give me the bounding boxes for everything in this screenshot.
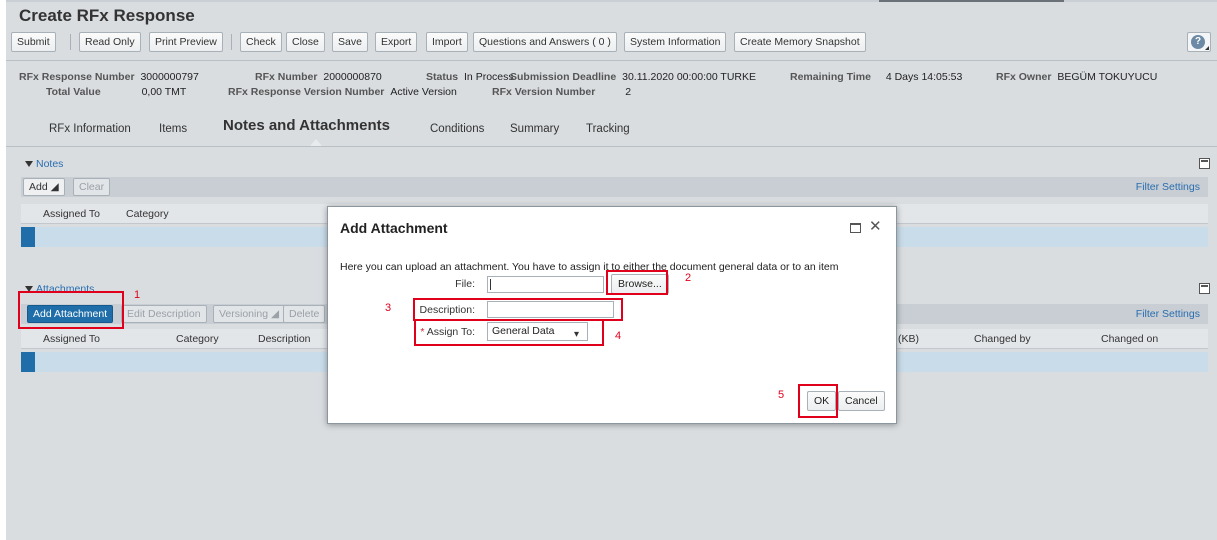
rfx-owner-field: RFx Owner BEGÜM TOKUYUCU — [996, 71, 1158, 83]
question-circle-icon: ? — [1191, 35, 1205, 49]
rfx-number-field: RFx Number 2000000870 — [255, 71, 382, 83]
total-value-field: Total Value 0,00 TMT — [46, 86, 187, 98]
active-tab-indicator — [310, 139, 322, 146]
expand-triangle-icon — [25, 161, 33, 168]
notes-clear-button: Clear — [73, 178, 111, 196]
notes-collapse-icon[interactable] — [1199, 158, 1210, 169]
column-assigned-to[interactable]: Assigned To — [43, 333, 100, 345]
notes-section-toggle[interactable]: Notes — [25, 158, 63, 170]
row-selector[interactable] — [21, 227, 35, 247]
annotation-box-1 — [18, 291, 124, 329]
remaining-time-field: Remaining Time 4 Days 14:05:53 — [790, 71, 963, 83]
column-size-kb[interactable]: (KB) — [898, 333, 919, 345]
tab-tracking[interactable]: Tracking — [586, 123, 630, 135]
column-category[interactable]: Category — [176, 333, 219, 345]
annotation-number-2: 2 — [685, 272, 692, 284]
top-border — [6, 0, 1217, 2]
save-button[interactable]: Save — [332, 32, 368, 52]
add-attachment-dialog: Add Attachment ✕ Here you can upload an … — [327, 206, 897, 424]
dialog-title: Add Attachment — [340, 220, 448, 236]
tab-summary[interactable]: Summary — [510, 123, 559, 135]
dialog-description: Here you can upload an attachment. You h… — [340, 261, 839, 273]
annotation-box-5 — [798, 384, 838, 418]
attachments-collapse-icon[interactable] — [1199, 283, 1210, 294]
system-information-button[interactable]: System Information — [624, 32, 727, 52]
annotation-box-4 — [414, 319, 604, 346]
tab-notes-and-attachments[interactable]: Notes and Attachments — [223, 117, 390, 134]
tab-items[interactable]: Items — [159, 123, 187, 135]
submission-deadline-field: Submission Deadline 30.11.2020 00:00:00 … — [510, 71, 756, 83]
attachments-filter-settings-link[interactable]: Filter Settings — [1136, 308, 1200, 320]
notes-toolbar: Add ◢ Clear Filter Settings — [21, 177, 1208, 197]
close-button[interactable]: Close — [286, 32, 325, 52]
import-button[interactable]: Import — [426, 32, 468, 52]
edit-description-button: Edit Description — [121, 305, 207, 323]
questions-answers-button[interactable]: Questions and Answers ( 0 ) — [473, 32, 617, 52]
annotation-box-2 — [606, 270, 668, 295]
annotation-number-1: 1 — [134, 289, 141, 301]
notes-filter-settings-link[interactable]: Filter Settings — [1136, 181, 1200, 193]
response-version-field: RFx Response Version Number Active Versi… — [228, 86, 457, 98]
annotation-number-3: 3 — [385, 302, 392, 314]
tab-bar: RFx Information Items Notes and Attachme… — [6, 107, 1217, 147]
annotation-number-4: 4 — [615, 330, 622, 342]
annotation-box-3 — [413, 298, 623, 321]
column-description[interactable]: Description — [258, 333, 311, 345]
maximize-icon[interactable] — [850, 223, 861, 233]
column-assigned-to[interactable]: Assigned To — [43, 208, 100, 220]
read-only-button[interactable]: Read Only — [79, 32, 141, 52]
cancel-button[interactable]: Cancel — [838, 391, 885, 411]
main-toolbar: Submit Read Only Print Preview Check Clo… — [11, 32, 1217, 54]
close-icon[interactable]: ✕ — [869, 217, 882, 235]
annotation-number-5: 5 — [778, 389, 785, 401]
column-changed-on[interactable]: Changed on — [1101, 333, 1158, 345]
column-changed-by[interactable]: Changed by — [974, 333, 1031, 345]
check-button[interactable]: Check — [240, 32, 282, 52]
dropdown-corner-icon — [1205, 46, 1209, 50]
row-selector[interactable] — [21, 352, 35, 372]
rfx-version-field: RFx Version Number 2 — [492, 86, 632, 98]
submit-button[interactable]: Submit — [11, 32, 56, 52]
tab-rfx-information[interactable]: RFx Information — [49, 123, 131, 135]
file-label: File: — [455, 278, 475, 290]
delete-button: Delete — [283, 305, 326, 323]
export-button[interactable]: Export — [375, 32, 418, 52]
notes-add-button[interactable]: Add ◢ — [23, 178, 65, 196]
column-category[interactable]: Category — [126, 208, 169, 220]
status-field: Status In Process — [426, 71, 514, 83]
response-number-field: RFx Response Number 3000000797 — [19, 71, 199, 83]
versioning-button: Versioning ◢ — [213, 305, 286, 323]
create-memory-snapshot-button[interactable]: Create Memory Snapshot — [734, 32, 866, 52]
page-title: Create RFx Response — [19, 6, 195, 25]
print-preview-button[interactable]: Print Preview — [149, 32, 223, 52]
help-button[interactable]: ? — [1187, 32, 1211, 52]
file-input[interactable] — [487, 276, 604, 293]
tab-conditions[interactable]: Conditions — [430, 123, 484, 135]
